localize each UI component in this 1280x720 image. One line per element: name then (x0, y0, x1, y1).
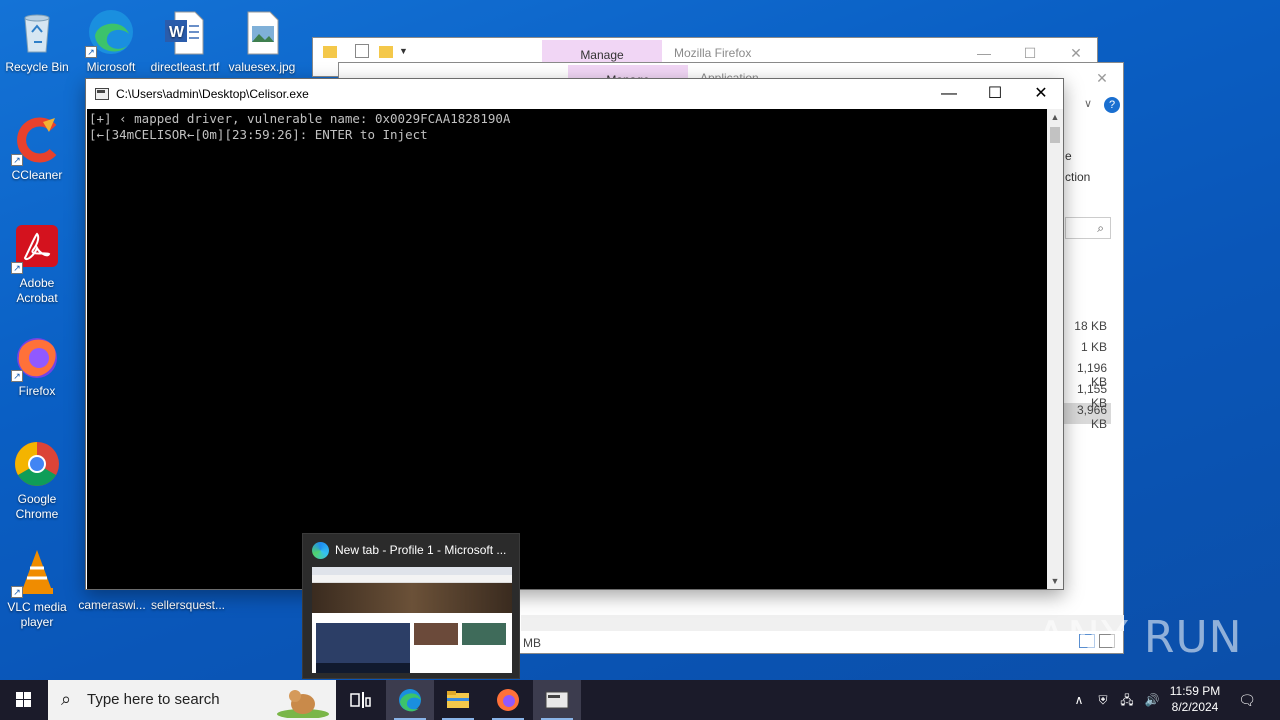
folder-icon (323, 46, 337, 58)
desktop-icon-adobe-acrobat[interactable]: ↗ Adobe Acrobat (0, 224, 75, 306)
network-icon[interactable]: 🖧 (1117, 680, 1137, 720)
close-button[interactable]: ✕ (1018, 79, 1064, 109)
ribbon-label: ction (1065, 170, 1091, 184)
thumbnail-image (312, 567, 512, 673)
shortcut-arrow-icon: ↗ (11, 262, 23, 274)
taskbar: ⌕ Type here to search ∧ ⛨ 🖧 🔊 11:59 PM 8… (0, 680, 1280, 720)
desktop-icon-ccleaner[interactable]: ↗ CCleaner (0, 116, 75, 183)
scroll-up-arrow-icon[interactable]: ▲ (1047, 109, 1063, 125)
taskbar-app-console[interactable] (533, 680, 581, 720)
ribbon-label: e (1065, 149, 1072, 163)
edge-icon (312, 542, 329, 559)
action-center-notification-icon[interactable]: 🗨 (1236, 680, 1258, 720)
maximize-button[interactable]: ☐ (972, 79, 1018, 109)
help-icon[interactable]: ? (1104, 97, 1120, 113)
recycle-bin-icon (13, 8, 61, 56)
chrome-icon (13, 440, 61, 488)
start-button[interactable] (0, 680, 48, 720)
console-line: [+] ‹ mapped driver, vulnerable name: 0x… (89, 111, 511, 126)
icon-label: valuesex.jpg (228, 60, 296, 74)
taskbar-app-edge[interactable] (386, 680, 434, 720)
clock[interactable]: 11:59 PM 8/2/2024 (1166, 680, 1224, 720)
minimize-button[interactable]: — (926, 79, 972, 109)
file-size: 18 KB (1074, 319, 1107, 333)
checkbox-icon (355, 44, 369, 58)
desktop-icon-recycle-bin[interactable]: Recycle Bin (0, 8, 75, 75)
close-button[interactable]: ✕ (1079, 63, 1125, 93)
desktop-icon-google-chrome[interactable]: Google Chrome (0, 440, 75, 522)
shortcut-arrow-icon: ↗ (11, 370, 23, 382)
shortcut-arrow-icon: ↗ (85, 46, 97, 58)
shortcut-arrow-icon: ↗ (11, 586, 23, 598)
shortcut-arrow-icon: ↗ (11, 154, 23, 166)
volume-icon[interactable]: 🔊 (1142, 680, 1162, 720)
icon-label: directleast.rtf (150, 60, 220, 74)
console-app-icon (545, 691, 569, 709)
ccleaner-icon: ↗ (11, 116, 61, 166)
icon-label: CCleaner (11, 168, 63, 182)
firefox-icon (497, 689, 519, 711)
icon-label: cameraswi... (78, 598, 146, 612)
icon-label: sellersquest... (150, 598, 226, 612)
firefox-icon: ↗ (11, 332, 61, 382)
thumbnail-title: New tab - Profile 1 - Microsoft ... (335, 543, 507, 557)
anyrun-watermark: ANY RUN (1036, 612, 1243, 663)
desktop-icon-firefox[interactable]: ↗ Firefox (0, 332, 75, 399)
desktop-icon-valuesex[interactable]: valuesex.jpg (224, 8, 300, 75)
icon-label: Recycle Bin (5, 60, 69, 74)
task-view-button[interactable] (336, 680, 384, 720)
show-hidden-icons-chevron-icon[interactable]: ∧ (1070, 680, 1088, 720)
windows-logo-icon (16, 692, 31, 707)
console-window[interactable]: C:\Users\admin\Desktop\Celisor.exe — ☐ ✕… (85, 78, 1064, 590)
console-app-icon (95, 88, 109, 100)
vertical-scrollbar[interactable]: ▲ ▼ (1047, 109, 1063, 589)
acrobat-icon: ↗ (11, 224, 61, 274)
search-icon: ⌕ (1097, 221, 1104, 235)
file-size: 1,155 KB (1076, 382, 1107, 410)
word-document-icon: W (161, 8, 209, 56)
folder-icon (447, 691, 469, 708)
search-placeholder: Type here to search (87, 691, 220, 708)
chevron-down-icon[interactable]: ∨ (1084, 97, 1092, 110)
icon-label: Adobe Acrobat (16, 276, 58, 305)
scroll-thumb[interactable] (1050, 127, 1060, 143)
desktop-icon-directleast[interactable]: W directleast.rtf (147, 8, 223, 75)
scroll-down-arrow-icon[interactable]: ▼ (1047, 573, 1063, 589)
search-box[interactable]: ⌕ (1065, 217, 1111, 239)
edge-icon (399, 689, 421, 712)
taskbar-app-firefox[interactable] (484, 680, 532, 720)
icon-label: Firefox (18, 384, 56, 398)
icon-label: Google Chrome (15, 492, 59, 521)
icon-label: VLC media player (7, 600, 67, 629)
search-icon: ⌕ (61, 689, 72, 709)
console-title: C:\Users\admin\Desktop\Celisor.exe (116, 87, 309, 101)
search-highlight-illustration-icon (273, 684, 329, 719)
clock-time: 11:59 PM (1169, 684, 1221, 698)
console-output[interactable]: [+] ‹ mapped driver, vulnerable name: 0x… (87, 109, 1047, 589)
dropdown-icon[interactable]: ▼ (399, 46, 408, 56)
taskbar-thumbnail-preview[interactable]: New tab - Profile 1 - Microsoft ... (302, 533, 520, 679)
taskbar-search-box[interactable]: ⌕ Type here to search (48, 680, 336, 720)
window-title: Mozilla Firefox (674, 46, 752, 60)
file-size-column: 18 KB 1 KB 1,196 KB 1,155 KB 3,966 KB (1063, 319, 1111, 431)
folder-icon (379, 46, 393, 58)
console-line: [←[34mCELISOR←[0m][23:59:26]: ENTER to I… (89, 127, 428, 142)
horizontal-scrollbar[interactable] (521, 615, 1124, 631)
image-file-icon (238, 8, 286, 56)
edge-icon: ↗ (85, 8, 135, 58)
task-view-icon (350, 692, 371, 708)
file-size: 1 KB (1080, 340, 1107, 354)
svg-text:W: W (169, 24, 185, 41)
clock-date: 8/2/2024 (1171, 700, 1219, 714)
defender-icon[interactable]: ⛨ (1094, 680, 1112, 720)
taskbar-app-file-explorer[interactable] (434, 680, 482, 720)
desktop-icon-vlc[interactable]: ↗ VLC media player (0, 548, 75, 630)
icon-label: Microsoft Edge (86, 60, 136, 74)
file-size: 1,196 KB (1076, 361, 1107, 389)
desktop-icon-microsoft-edge[interactable]: ↗ Microsoft Edge (73, 8, 149, 75)
console-titlebar: C:\Users\admin\Desktop\Celisor.exe — ☐ ✕ (86, 79, 1063, 109)
vlc-icon: ↗ (11, 548, 61, 598)
file-size: 3,966 KB (1063, 403, 1111, 431)
